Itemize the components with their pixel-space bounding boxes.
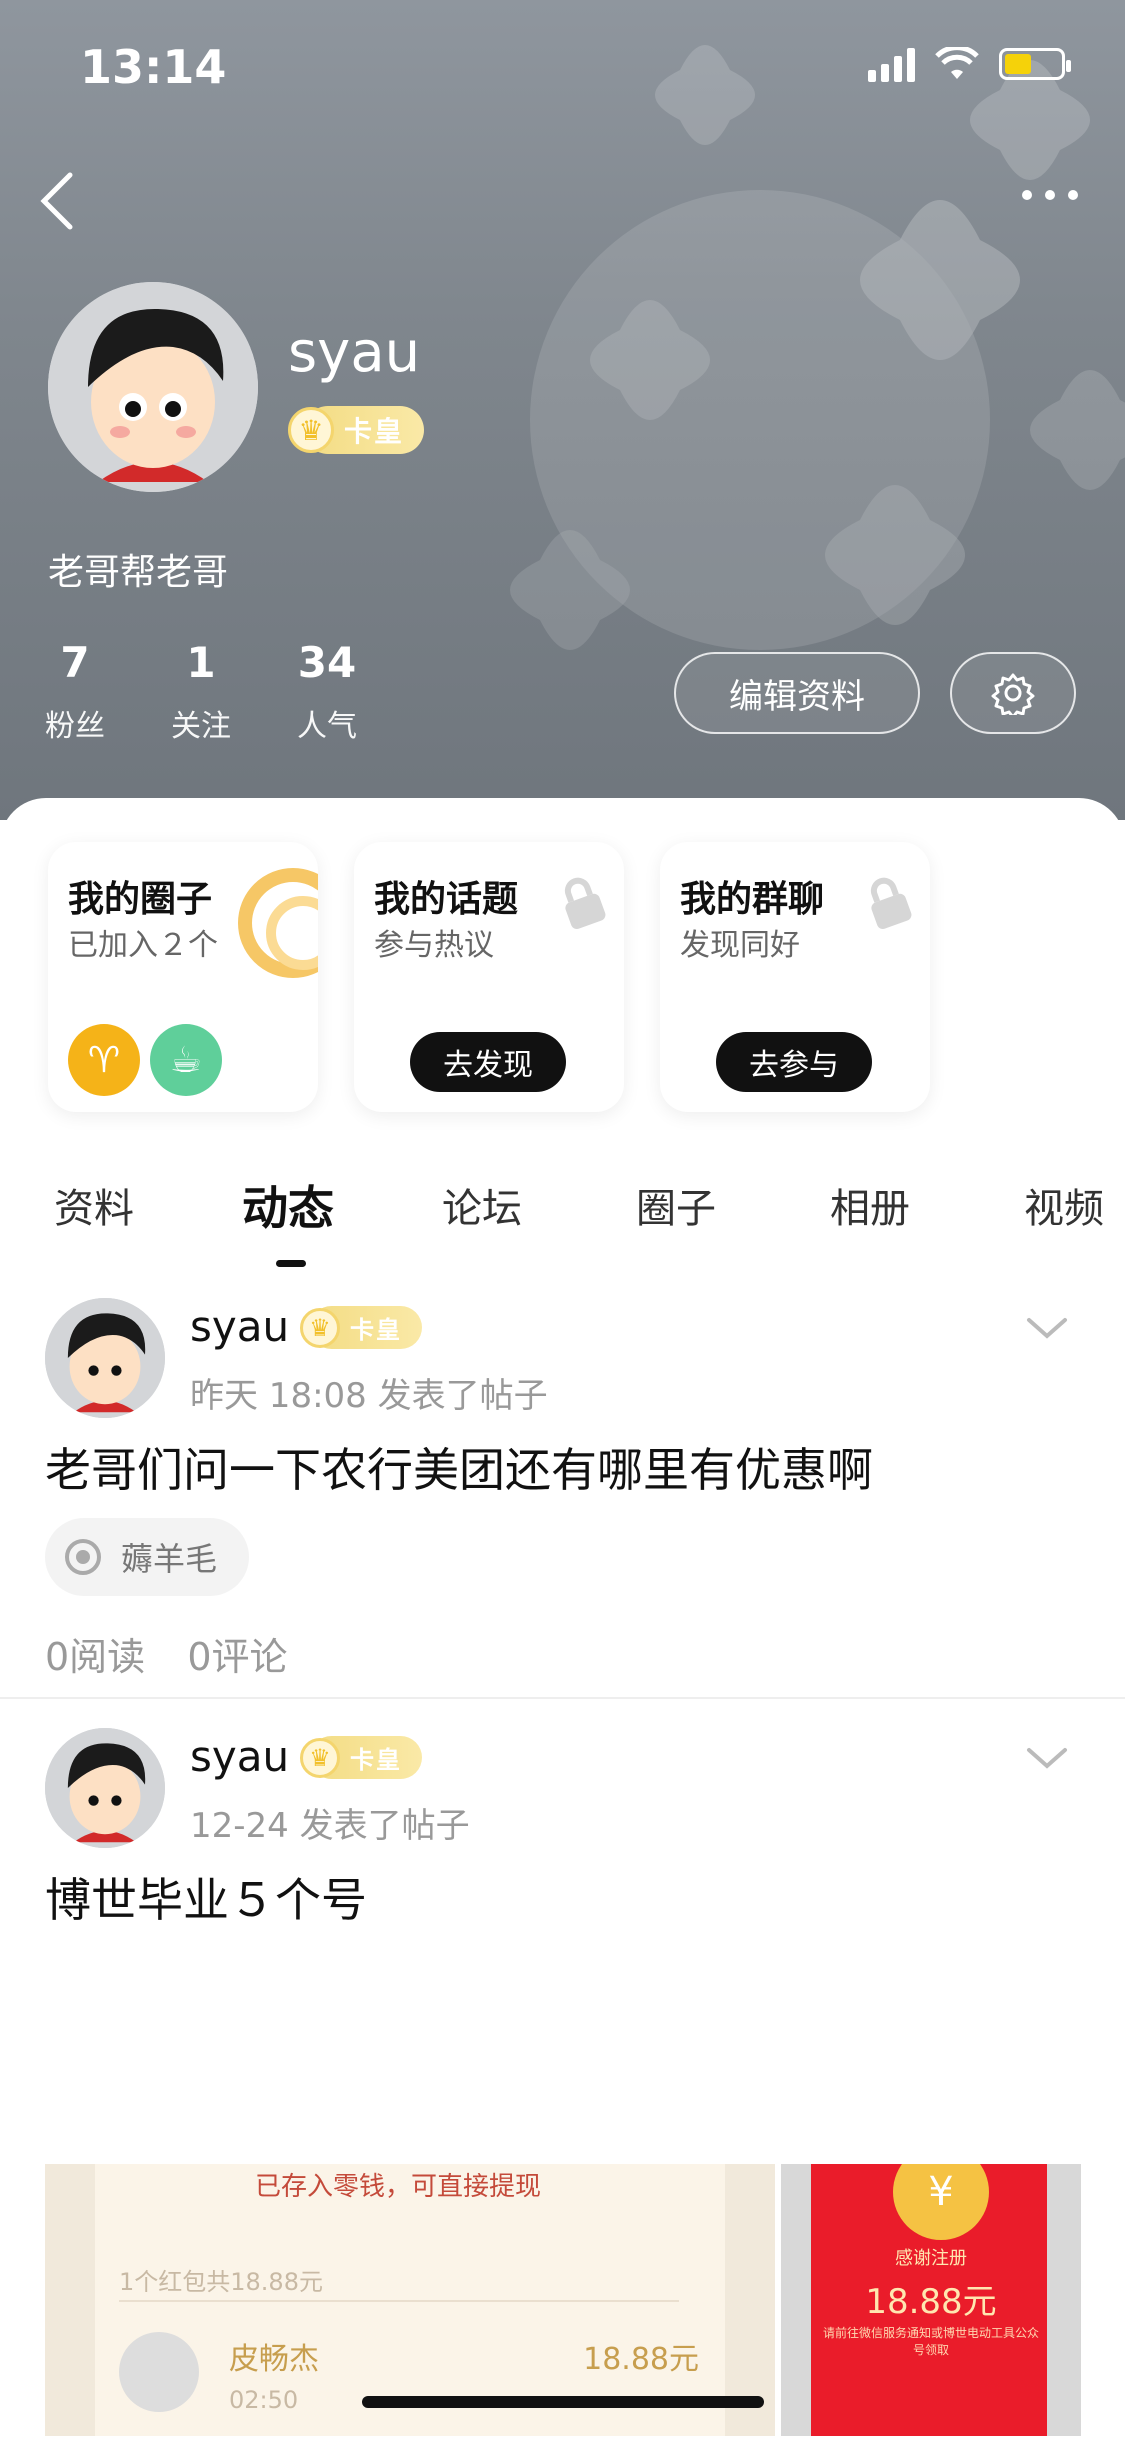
stat-value: 7 [60, 638, 90, 687]
envelope-line: 请前往微信服务通知或博世电动工具公众号领取 [822, 2326, 1039, 2357]
profile-avatar[interactable] [48, 282, 258, 492]
read-count: 0阅读 [45, 1635, 146, 1679]
post-counts: 0阅读 0评论 [45, 1626, 288, 1681]
battery-icon [999, 48, 1071, 80]
stat-following[interactable]: 1 关注 [171, 638, 231, 745]
gear-icon [991, 673, 1035, 715]
status-bar: 13:14 [0, 0, 1125, 140]
crown-icon: ♛ [288, 407, 334, 453]
stat-label: 人气 [297, 709, 357, 744]
lock-icon [564, 877, 606, 930]
comment-count[interactable]: 0评论 [187, 1635, 287, 1679]
card-title: 我的圈子 [68, 879, 213, 920]
sender-avatar [119, 2332, 199, 2412]
aries-icon[interactable]: ♈ [68, 1024, 140, 1096]
chevron-down-icon[interactable] [1025, 1314, 1069, 1342]
card-subtitle: 已加入２个 [68, 928, 218, 963]
join-button[interactable]: 去参与 [716, 1032, 872, 1092]
tab-info[interactable]: 资料 [54, 1176, 134, 1234]
tab-indicator [276, 1260, 306, 1267]
back-arrow-icon[interactable] [30, 165, 90, 235]
divider [0, 1697, 1125, 1699]
home-indicator[interactable] [362, 2396, 764, 2408]
receipt-amount: 18.88元 [583, 2342, 699, 2377]
topic-label: 薅羊毛 [121, 1540, 218, 1578]
crown-icon: ♛ [300, 1307, 340, 1348]
profile-bio: 老哥帮老哥 [48, 552, 229, 593]
post-avatar[interactable] [45, 1728, 165, 1848]
topic-icon [65, 1539, 101, 1575]
stat-value: 1 [186, 638, 216, 687]
vip-badge: ♛ 卡皇 [300, 1736, 422, 1779]
stat-fans[interactable]: 7 粉丝 [45, 638, 105, 745]
profile-stats: 7 粉丝 1 关注 34 人气 [45, 638, 357, 745]
crown-icon: ♛ [300, 1737, 340, 1778]
vip-badge: ♛ 卡皇 [300, 1306, 422, 1349]
card-title: 我的群聊 [680, 879, 825, 920]
post-avatar[interactable] [45, 1298, 165, 1418]
envelope-amount: 18.88元 [865, 2282, 997, 2322]
stat-label: 关注 [171, 709, 231, 744]
vip-badge: ♛ 卡皇 [288, 406, 425, 454]
card-my-topics[interactable]: 我的话题 参与热议 去发现 [354, 842, 624, 1112]
receipt-line: 1个红包共18.88元 [119, 2268, 323, 2296]
coffee-icon[interactable]: ☕ [150, 1024, 222, 1096]
topic-tag[interactable]: 薅羊毛 [45, 1518, 250, 1596]
card-subtitle: 参与热议 [374, 928, 494, 963]
status-time: 13:14 [80, 40, 227, 94]
status-icons [868, 46, 1071, 82]
stat-value: 34 [297, 638, 357, 687]
settings-button[interactable] [950, 652, 1076, 734]
stat-label: 粉丝 [45, 709, 105, 744]
envelope-line: 感谢注册 [895, 2248, 967, 2269]
stat-popularity[interactable]: 34 人气 [297, 638, 357, 745]
card-my-circles[interactable]: 我的圈子 已加入２个 ♈ ☕ [48, 842, 318, 1112]
tab-circles[interactable]: 圈子 [636, 1176, 716, 1234]
divider [119, 2300, 679, 2302]
signal-icon [868, 46, 915, 82]
post-meta: 昨天 18:08 发表了帖子 [190, 1376, 548, 1416]
tab-activity[interactable]: 动态 [242, 1172, 334, 1238]
tab-videos[interactable]: 视频 [1024, 1176, 1104, 1234]
post-text: 老哥们问一下农行美团还有哪里有优惠啊 [45, 1443, 873, 1497]
circle-deco-icon [238, 868, 318, 978]
discover-button[interactable]: 去发现 [410, 1032, 566, 1092]
post-image-red-envelope[interactable]: ¥ 感谢注册 18.88元 请前往微信服务通知或博世电动工具公众号领取 [781, 2164, 1081, 2436]
sender-name: 皮畅杰 [229, 2342, 319, 2377]
card-title: 我的话题 [374, 879, 519, 920]
card-my-groups[interactable]: 我的群聊 发现同好 去参与 [660, 842, 930, 1112]
feature-cards: 我的圈子 已加入２个 ♈ ☕ 我的话题 参与热议 去发现 我的群聊 发现同好 去… [48, 842, 930, 1112]
profile-username: syau [288, 320, 421, 385]
chevron-down-icon[interactable] [1025, 1744, 1069, 1772]
lock-icon [870, 877, 912, 930]
tab-forum[interactable]: 论坛 [442, 1176, 522, 1234]
post-text: 博世毕业５个号 [45, 1873, 367, 1927]
post-author[interactable]: syau [190, 1732, 289, 1781]
tab-albums[interactable]: 相册 [830, 1176, 910, 1234]
receipt-line: 已存入零钱，可直接提现 [255, 2172, 542, 2202]
card-subtitle: 发现同好 [680, 928, 800, 963]
post-author[interactable]: syau [190, 1302, 289, 1351]
profile-tabs: 资料 动态 论坛 圈子 相册 视频 [0, 1176, 1125, 1276]
receipt-time: 02:50 [229, 2386, 299, 2414]
profile-header: 13:14 syau ♛ 卡皇 老哥帮老哥 7 粉丝 1 关注 34 人气 编辑… [0, 0, 1125, 820]
edit-profile-button[interactable]: 编辑资料 [674, 652, 920, 734]
wifi-icon [935, 47, 979, 79]
post-meta: 12-24 发表了帖子 [190, 1806, 470, 1846]
more-options-icon[interactable] [1015, 180, 1085, 210]
